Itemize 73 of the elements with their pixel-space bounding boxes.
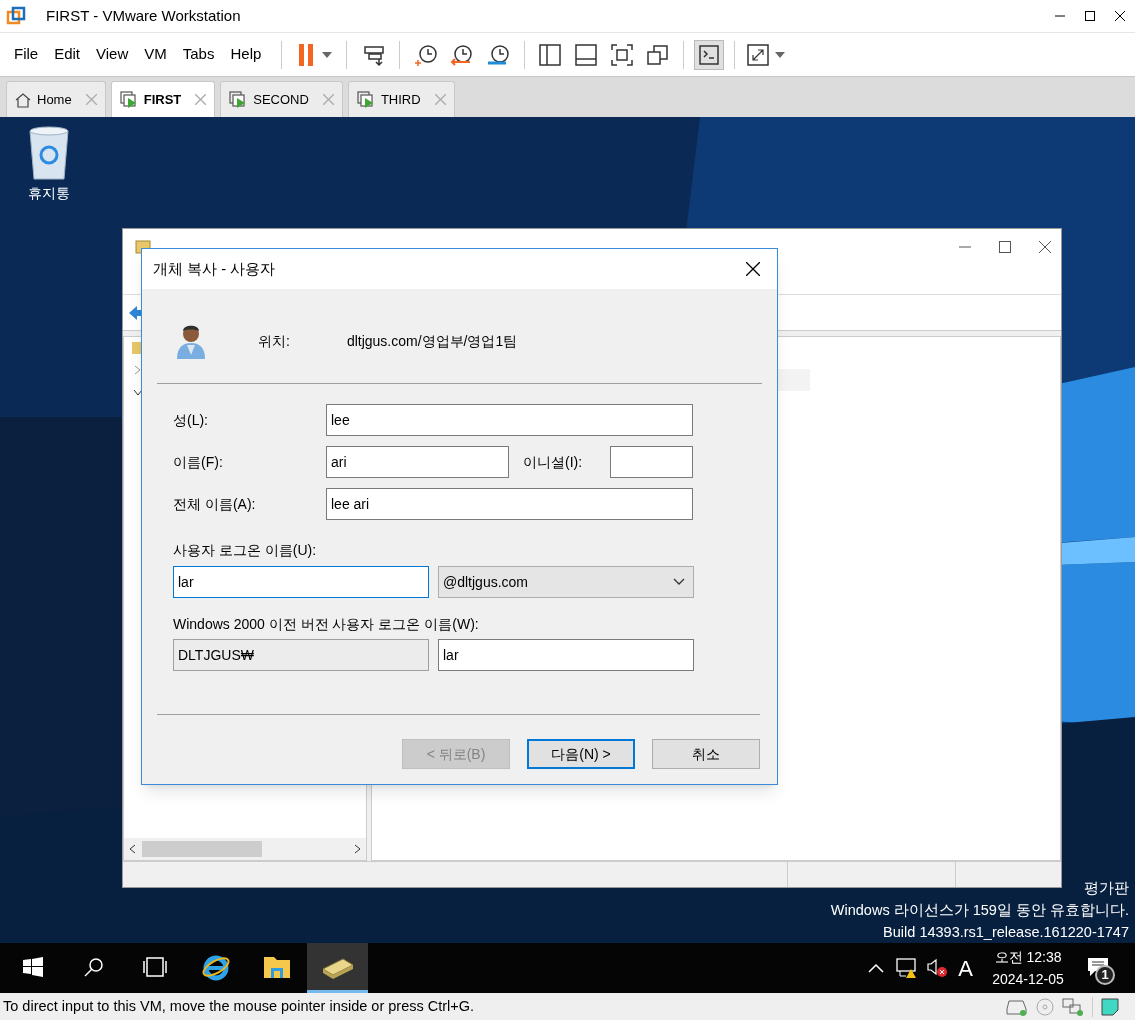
field-label: 이니셜(I): — [523, 452, 584, 472]
desktop-icon-label: 휴지통 — [28, 184, 70, 203]
sidebar-view-icon[interactable] — [539, 43, 562, 66]
show-hidden-icons-icon[interactable] — [868, 963, 885, 973]
search-icon[interactable] — [83, 956, 104, 977]
running-vm-icon — [119, 90, 138, 109]
menu-item[interactable]: VM — [136, 43, 175, 66]
menu-item[interactable]: Help — [222, 43, 270, 66]
close-button[interactable] — [1039, 241, 1051, 253]
network-warning-icon[interactable] — [896, 957, 919, 979]
task-view-icon[interactable] — [142, 956, 167, 977]
tab[interactable]: SECOND — [220, 81, 343, 117]
window-title: FIRST - VMware Workstation — [46, 5, 241, 26]
horizontal-scrollbar[interactable] — [124, 838, 366, 860]
location-label: 위치: — [258, 331, 290, 351]
tab[interactable]: Home — [6, 81, 106, 117]
snapshot-revert-icon[interactable] — [450, 42, 475, 67]
full-screen-icon[interactable] — [611, 43, 634, 66]
notification-badge: 1 — [1095, 965, 1115, 985]
dialog-button[interactable]: 취소 — [652, 739, 760, 769]
input-indicator[interactable]: A — [958, 951, 973, 985]
location-path: dltjgus.com/영업부/영업1팀 — [346, 331, 518, 351]
dialog-button[interactable]: 다음(N) > — [527, 739, 635, 769]
stretch-icon[interactable] — [747, 43, 770, 66]
field-label: 이름(F): — [173, 452, 224, 472]
scroll-right-icon[interactable] — [354, 844, 362, 854]
menu-item[interactable]: File — [6, 43, 47, 66]
home-icon — [15, 91, 31, 108]
maximize-button[interactable] — [999, 241, 1011, 253]
legacy-logon-name-field[interactable]: lar — [438, 639, 694, 671]
scroll-left-icon[interactable] — [128, 844, 136, 854]
field-label: Windows 2000 이전 버전 사용자 로그온 이름(W): — [173, 615, 480, 634]
domain-prefix-field: DLTJGUS₩ — [173, 639, 429, 671]
app-logo-icon — [6, 6, 26, 26]
console-view-button[interactable] — [694, 39, 725, 70]
field-label: 성(L): — [173, 410, 209, 430]
menu-item[interactable]: View — [88, 43, 137, 66]
close-icon[interactable] — [1115, 11, 1125, 21]
snapshot-add-icon[interactable] — [414, 42, 439, 67]
running-vm-icon — [229, 90, 248, 109]
menu-item[interactable]: Edit — [46, 43, 89, 66]
thumbnail-view-icon[interactable] — [575, 43, 598, 66]
snapshot-manager-icon[interactable] — [486, 42, 511, 67]
field-label: 전체 이름(A): — [173, 494, 257, 514]
initials-field[interactable] — [610, 446, 693, 478]
edition-notice-text: Windows 라이선스가 159일 동안 유효합니다. — [830, 901, 1129, 920]
taskbar-directory-tool-button[interactable] — [307, 943, 368, 993]
field-label: 사용자 로그온 이름(U): — [173, 541, 318, 560]
edition-notice-text: Build 14393.rs1_release.161220-1747 — [883, 923, 1129, 942]
edition-notice-text: 평가판 — [1084, 879, 1129, 898]
tab[interactable]: FIRST — [110, 81, 216, 117]
dropdown-caret-icon[interactable] — [322, 51, 333, 58]
close-icon[interactable] — [746, 262, 760, 276]
folder-icon — [132, 342, 142, 354]
domain-dropdown[interactable]: @dltjgus.com — [438, 566, 694, 598]
full-name-field[interactable]: lee ari — [326, 488, 693, 520]
clock-time[interactable]: 오전 12:38 — [994, 946, 1062, 968]
maximize-icon[interactable] — [1085, 11, 1095, 21]
dialog-title: 개체 복사 - 사용자 — [153, 258, 276, 279]
volume-muted-icon[interactable] — [926, 958, 949, 978]
tab[interactable]: THIRD — [347, 81, 455, 117]
dropdown-caret-icon[interactable] — [775, 51, 786, 58]
unity-icon[interactable] — [647, 43, 670, 66]
last-name-field[interactable]: lee — [326, 404, 693, 436]
status-text: To direct input to this VM, move the mouse pointer inside or press Ctrl+G. — [3, 996, 475, 1016]
start-icon[interactable] — [22, 956, 43, 977]
network-adapter-icon[interactable] — [1062, 997, 1084, 1016]
message-note-icon[interactable] — [1101, 997, 1119, 1016]
menu-item[interactable]: Tabs — [174, 43, 223, 66]
first-name-field[interactable]: ari — [326, 446, 509, 478]
clock-date[interactable]: 2024-12-05 — [992, 968, 1064, 990]
logon-name-field[interactable]: lar — [173, 566, 429, 598]
running-vm-icon — [356, 90, 375, 109]
